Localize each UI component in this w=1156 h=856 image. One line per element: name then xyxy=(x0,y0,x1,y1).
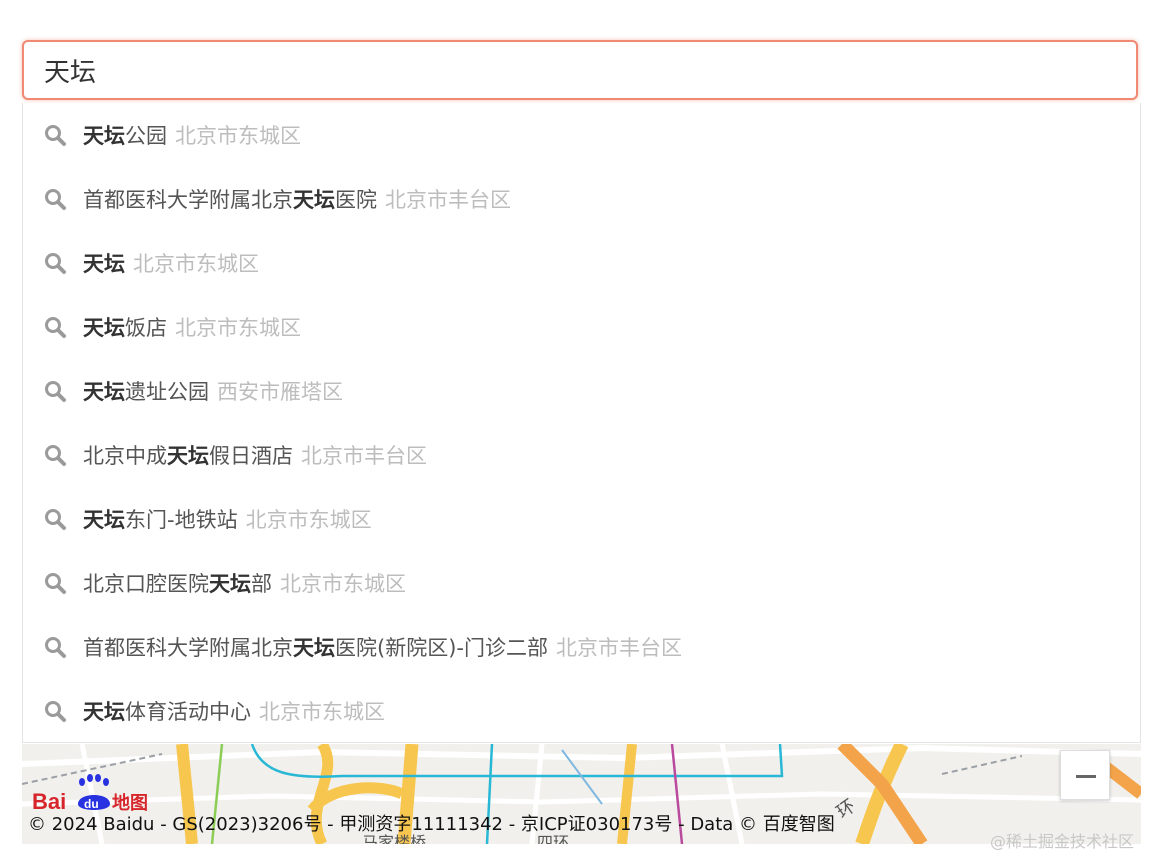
suggestion-item[interactable]: 天坛公园 北京市东城区 xyxy=(23,103,1140,167)
suggestion-item[interactable]: 首都医科大学附属北京天坛医院(新院区)-门诊二部 北京市丰台区 xyxy=(23,615,1140,679)
suggestion-match: 天坛 xyxy=(83,508,125,532)
suggestion-name: 北京中成天坛假日酒店 xyxy=(83,444,293,468)
suggestion-match: 天坛 xyxy=(209,572,251,596)
suggestion-match: 天坛 xyxy=(293,636,335,660)
suggestion-match: 天坛 xyxy=(83,700,125,724)
suggestion-dropdown: 天坛公园 北京市东城区 首都医科大学附属北京天坛医院 北京市丰台区 天坛 北京市东城区 天坛… xyxy=(22,103,1141,743)
suggestion-item[interactable]: 首都医科大学附属北京天坛医院 北京市丰台区 xyxy=(23,167,1140,231)
search-icon xyxy=(45,125,66,146)
map-copyright: © 2024 Baidu - GS(2023)3206号 - 甲测资字11111… xyxy=(28,814,835,835)
suggestion-name: 天坛 xyxy=(83,248,125,278)
search-input[interactable] xyxy=(24,42,1136,98)
suggestion-region: 北京市东城区 xyxy=(259,700,385,724)
suggestion-item[interactable]: 天坛体育活动中心 北京市东城区 xyxy=(23,679,1140,743)
suggestion-match: 天坛 xyxy=(167,444,209,468)
search-icon xyxy=(45,573,66,594)
search-icon xyxy=(45,445,66,466)
suggestion-match: 天坛 xyxy=(83,380,125,404)
search-icon xyxy=(45,509,66,530)
svg-text:du: du xyxy=(84,797,99,811)
suggestion-region: 北京市东城区 xyxy=(280,572,406,596)
suggestion-name: 首都医科大学附属北京天坛医院 xyxy=(83,188,377,212)
suggestion-item[interactable]: 北京中成天坛假日酒店 北京市丰台区 xyxy=(23,423,1140,487)
suggestion-region: 北京市东城区 xyxy=(175,316,301,340)
suggestion-match: 天坛 xyxy=(293,188,335,212)
search-icon xyxy=(45,253,66,274)
baidu-map-logo: Bai du 地图 xyxy=(32,774,148,812)
page: 天坛公园北京市东城区首都医科大学附属北京天坛医院北京市丰台区天坛北京市东城区天坛… xyxy=(0,0,1156,856)
suggestion-match: 天坛 xyxy=(83,316,125,340)
svg-text:Bai: Bai xyxy=(32,789,66,812)
suggestion-name: 天坛体育活动中心 xyxy=(83,700,251,724)
search-icon xyxy=(45,381,66,402)
suggestion-region: 北京市东城区 xyxy=(175,124,301,148)
suggestion-name: 天坛东门-地铁站 xyxy=(83,508,238,532)
suggestion-match: 天坛 xyxy=(83,252,125,276)
search-icon xyxy=(45,637,66,658)
watermark: @稀土掘金技术社区 xyxy=(990,832,1135,851)
suggestion-region: 北京市丰台区 xyxy=(301,444,427,468)
suggestion-region: 西安市雁塔区 xyxy=(217,380,343,404)
minus-icon xyxy=(1076,775,1096,778)
suggestion-item[interactable]: 天坛饭店 北京市东城区 xyxy=(23,295,1140,359)
suggestion-item[interactable]: 天坛 北京市东城区 xyxy=(23,231,1140,295)
search-icon xyxy=(45,189,66,210)
search-icon xyxy=(45,701,66,722)
search-icon xyxy=(45,317,66,338)
zoom-out-button[interactable] xyxy=(1060,750,1110,800)
suggestion-name: 天坛遗址公园 xyxy=(83,380,209,404)
search-box[interactable] xyxy=(22,40,1138,100)
suggestion-region: 北京市丰台区 xyxy=(385,188,511,212)
map-view[interactable]: 环 马家楼桥 四环 Bai du 地图 © 2024 Baidu - GS(20… xyxy=(22,744,1141,844)
suggestion-name: 首都医科大学附属北京天坛医院(新院区)-门诊二部 xyxy=(83,636,548,660)
suggestion-name: 天坛公园 xyxy=(83,124,167,148)
suggestion-region: 北京市丰台区 xyxy=(555,636,682,660)
suggestion-name: 天坛饭店 xyxy=(83,316,167,340)
suggestion-item[interactable]: 天坛遗址公园 西安市雁塔区 xyxy=(23,359,1140,423)
suggestion-item[interactable]: 天坛东门-地铁站 北京市东城区 xyxy=(23,487,1140,551)
suggestion-region: 北京市东城区 xyxy=(245,508,372,532)
suggestion-item[interactable]: 北京口腔医院天坛部 北京市东城区 xyxy=(23,551,1140,615)
suggestion-match: 天坛 xyxy=(83,124,125,148)
suggestion-name: 北京口腔医院天坛部 xyxy=(83,572,272,596)
svg-text:地图: 地图 xyxy=(112,792,148,812)
suggestion-region: 北京市东城区 xyxy=(133,252,259,276)
